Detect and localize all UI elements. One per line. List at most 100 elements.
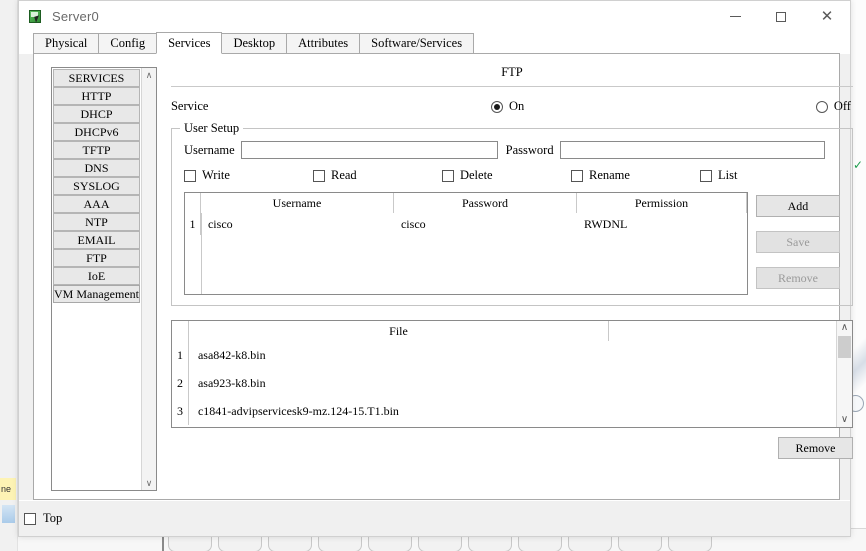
tab-software-services[interactable]: Software/Services [359,33,474,54]
list-item[interactable]: 1 asa842-k8.bin [172,341,836,369]
background-tool-tab [468,535,512,551]
service-off-radio[interactable]: Off [816,99,851,114]
service-toggle-row: Service On Off [171,99,853,114]
checkbox-top-icon[interactable] [24,513,36,525]
save-user-button[interactable]: Save [756,231,840,253]
table-index-divider [201,213,202,294]
password-input[interactable] [560,141,825,159]
sidebar-item-ntp[interactable]: NTP [53,213,140,231]
scrollbar-thumb[interactable] [838,336,851,358]
scroll-up-icon[interactable]: ∧ [146,70,153,80]
file-name: asa842-k8.bin [189,341,266,369]
column-header-file[interactable]: File [189,321,609,341]
checkbox-write-icon[interactable] [184,170,196,182]
permission-read-label: Read [331,168,357,183]
window-content: SERVICES HTTP DHCP DHCPv6 TFTP DNS SYSLO… [33,54,840,500]
sidebar-item-ftp[interactable]: FTP [53,249,140,267]
username-input[interactable] [241,141,498,159]
cell-permission: RWDNL [577,213,747,235]
service-on-radio[interactable]: On [491,99,524,114]
tab-attributes[interactable]: Attributes [286,33,360,54]
user-setup-group: User Setup Username Password Write Read [171,128,853,306]
permission-write[interactable]: Write [184,168,313,183]
table-row[interactable]: 1 cisco cisco RWDNL [185,213,747,235]
sidebar-item-dns[interactable]: DNS [53,159,140,177]
checkbox-delete-icon[interactable] [442,170,454,182]
checkbox-list-icon[interactable] [700,170,712,182]
file-row-index: 3 [172,397,189,425]
file-list-panel[interactable]: File 1 asa842-k8.bin 2 asa923-k8.bin 3 c… [171,320,853,428]
remove-user-button[interactable]: Remove [756,267,840,289]
always-on-top-checkbox[interactable]: Top [24,511,62,526]
close-button[interactable]: ✕ [804,1,850,32]
service-label: Service [171,99,491,114]
permission-rename-label: Rename [589,168,630,183]
scroll-down-icon[interactable]: ∨ [841,415,848,425]
permissions-row: Write Read Delete Rename [184,168,840,183]
sidebar-item-email[interactable]: EMAIL [53,231,140,249]
password-label: Password [506,143,554,158]
permission-read[interactable]: Read [313,168,442,183]
tab-config[interactable]: Config [98,33,157,54]
file-list-header: File [172,321,836,341]
checkbox-rename-icon[interactable] [571,170,583,182]
sidebar-item-dhcpv6[interactable]: DHCPv6 [53,123,140,141]
user-table[interactable]: Username Password Permission 1 cisco cis… [184,192,748,295]
sidebar-item-tftp[interactable]: TFTP [53,141,140,159]
background-tool-tab [318,535,362,551]
tab-desktop[interactable]: Desktop [221,33,287,54]
minimize-button[interactable] [712,1,758,32]
list-item[interactable]: 2 asa923-k8.bin [172,369,836,397]
column-header-username[interactable]: Username [201,193,394,213]
title-divider [171,86,853,87]
sidebar-item-ioe[interactable]: IoE [53,267,140,285]
checkbox-read-icon[interactable] [313,170,325,182]
add-user-button[interactable]: Add [756,195,840,217]
background-tool-tab [518,535,562,551]
sidebar-item-vm-management[interactable]: VM Management [53,285,140,303]
sidebar-item-syslog[interactable]: SYSLOG [53,177,140,195]
cell-password: cisco [394,213,577,235]
sidebar-item-dhcp[interactable]: DHCP [53,105,140,123]
tab-services[interactable]: Services [156,32,222,54]
user-table-header: Username Password Permission [185,193,747,213]
username-label: Username [184,143,235,158]
scroll-down-icon[interactable]: ∨ [146,478,153,488]
maximize-icon [776,12,786,22]
window-title: Server0 [52,9,99,24]
background-tool-tab [668,535,712,551]
background-tool-tab [218,535,262,551]
sidebar-scrollbar[interactable]: ∧ ∨ [141,68,156,490]
file-list: File 1 asa842-k8.bin 2 asa923-k8.bin 3 c… [172,321,836,427]
maximize-button[interactable] [758,1,804,32]
list-item[interactable]: 3 c1841-advipservicesk9-mz.124-15.T1.bin [172,397,836,425]
user-table-area: Username Password Permission 1 cisco cis… [184,192,840,295]
always-on-top-label: Top [43,511,62,526]
permission-delete[interactable]: Delete [442,168,571,183]
user-setup-legend: User Setup [180,121,243,136]
column-header-permission[interactable]: Permission [577,193,747,213]
file-row-index: 2 [172,369,189,397]
sidebar-item-aaa[interactable]: AAA [53,195,140,213]
radio-on-icon[interactable] [491,101,503,113]
tab-physical[interactable]: Physical [33,33,99,54]
sidebar-item-services[interactable]: SERVICES [53,69,140,87]
window-title-bar[interactable]: Server0 ✕ [19,1,850,32]
background-device-thumbnail [2,505,15,523]
scroll-up-icon[interactable]: ∧ [841,323,848,333]
background-tool-tab [418,535,462,551]
column-header-password[interactable]: Password [394,193,577,213]
sidebar-item-http[interactable]: HTTP [53,87,140,105]
background-note-marker: ne [0,478,16,500]
permission-delete-label: Delete [460,168,493,183]
radio-off-icon[interactable] [816,101,828,113]
permission-list[interactable]: List [700,168,829,183]
user-action-buttons: Add Save Remove [756,192,840,295]
background-left-toolbar [0,0,18,551]
remove-file-button[interactable]: Remove [778,437,853,459]
tab-bar: Physical Config Services Desktop Attribu… [19,32,850,54]
credentials-row: Username Password [184,141,840,159]
services-list: SERVICES HTTP DHCP DHCPv6 TFTP DNS SYSLO… [52,68,141,490]
file-list-scrollbar[interactable]: ∧ ∨ [836,321,852,427]
permission-rename[interactable]: Rename [571,168,700,183]
